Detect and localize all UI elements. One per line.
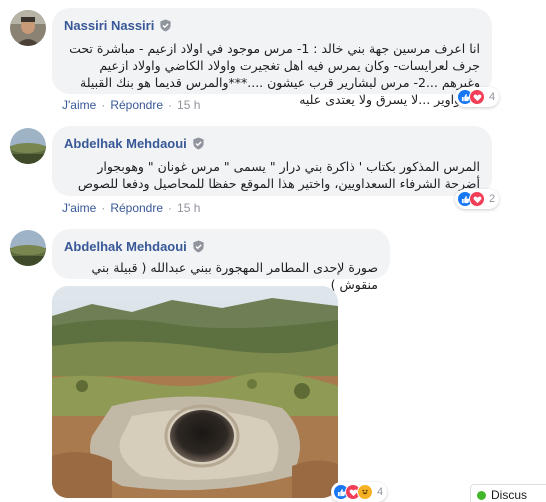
- author-name[interactable]: Abdelhak Mehdaoui: [64, 136, 187, 151]
- comment-timestamp[interactable]: 15 h: [177, 98, 200, 112]
- verified-badge-icon: [192, 136, 205, 150]
- reactions-summary[interactable]: 4: [455, 87, 500, 107]
- reply-link[interactable]: Répondre: [110, 98, 163, 112]
- like-link[interactable]: J'aime: [62, 98, 96, 112]
- comment-text: المرس المذكور بكتاب ' ذاكرة بني درار " ي…: [77, 159, 480, 191]
- reaction-count: 2: [489, 193, 496, 205]
- separator-dot: ·: [101, 201, 106, 215]
- verified-badge-icon: [192, 239, 205, 253]
- reaction-count: 4: [377, 486, 384, 498]
- comment-bubble: Abdelhak Mehdaoui المرس المذكور بكتاب ' …: [52, 126, 492, 196]
- reaction-count: 4: [489, 91, 496, 103]
- online-status-icon: [477, 490, 486, 500]
- verified-badge-icon: [159, 18, 172, 32]
- love-reaction-icon: [469, 191, 485, 207]
- love-reaction-icon: [469, 89, 485, 105]
- comment-bubble: Abdelhak Mehdaoui صورة لإحدى المطامر الم…: [52, 229, 390, 292]
- separator-dot: ·: [168, 201, 173, 215]
- separator-dot: ·: [168, 98, 173, 112]
- comment-actions: J'aime · Répondre · 15 h: [62, 201, 200, 215]
- reply-link[interactable]: Répondre: [110, 201, 163, 215]
- author-name[interactable]: Nassiri Nassiri: [64, 18, 154, 33]
- comment-actions: J'aime · Répondre · 15 h: [62, 98, 200, 112]
- comment-bubble: Nassiri Nassiri انا اعرف مرسين جهة بني خ…: [52, 8, 492, 107]
- reactions-summary[interactable]: 4: [331, 482, 388, 502]
- reactions-summary[interactable]: 2: [455, 189, 500, 209]
- chat-bar[interactable]: Discus: [470, 484, 546, 502]
- avatar[interactable]: [10, 230, 46, 266]
- avatar[interactable]: [10, 10, 46, 46]
- comment-timestamp[interactable]: 15 h: [177, 201, 200, 215]
- separator-dot: ·: [101, 98, 106, 112]
- chat-label: Discus: [491, 488, 528, 502]
- comment-photo[interactable]: [52, 286, 338, 498]
- haha-reaction-icon: [357, 484, 373, 500]
- author-name[interactable]: Abdelhak Mehdaoui: [64, 239, 187, 254]
- like-link[interactable]: J'aime: [62, 201, 96, 215]
- avatar[interactable]: [10, 128, 46, 164]
